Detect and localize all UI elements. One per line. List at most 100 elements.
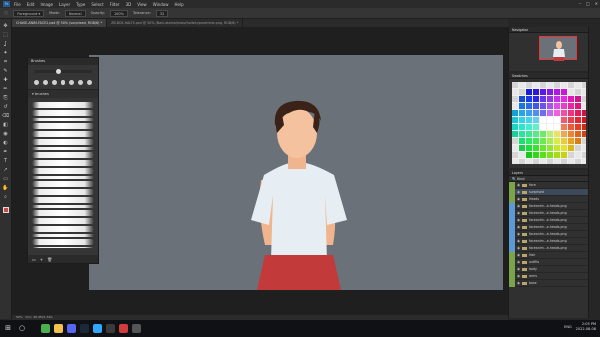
color-swatch[interactable] — [526, 131, 532, 137]
taskbar-explorer-icon[interactable] — [54, 324, 63, 333]
color-swatch[interactable] — [568, 82, 574, 88]
brush-stroke-preview[interactable] — [32, 168, 94, 174]
color-swatch[interactable] — [540, 89, 546, 95]
brush-stroke-preview[interactable] — [32, 181, 94, 187]
visibility-eye-icon[interactable]: ◉ — [515, 182, 522, 189]
color-swatch[interactable] — [575, 159, 581, 164]
visibility-eye-icon[interactable]: ◉ — [515, 189, 522, 196]
color-swatch[interactable] — [575, 131, 581, 137]
color-swatch[interactable] — [554, 138, 560, 144]
color-swatch[interactable] — [582, 152, 586, 158]
brush-stroke-preview[interactable] — [32, 123, 94, 129]
color-swatch[interactable] — [540, 117, 546, 123]
color-swatch[interactable] — [540, 159, 546, 164]
color-swatch[interactable] — [547, 89, 553, 95]
preset-dot[interactable] — [34, 80, 39, 85]
brush-stroke-preview[interactable] — [32, 247, 94, 248]
tolerance-input[interactable]: 32 — [155, 9, 169, 17]
path-tool-icon[interactable]: ↗ — [2, 167, 9, 173]
color-swatch[interactable] — [526, 124, 532, 130]
color-swatch[interactable] — [519, 124, 525, 130]
brush-stroke-preview[interactable] — [32, 118, 94, 121]
menu-file[interactable]: File — [14, 2, 21, 7]
close-icon[interactable]: ✕ — [595, 1, 598, 6]
magic-tool-icon[interactable]: ✦ — [2, 50, 9, 56]
taskbar-app2-icon[interactable] — [132, 324, 141, 333]
color-swatch[interactable] — [533, 138, 539, 144]
color-swatch[interactable] — [561, 110, 567, 116]
color-swatch[interactable] — [575, 152, 581, 158]
color-swatch[interactable] — [512, 89, 518, 95]
history-tool-icon[interactable]: ↺ — [2, 104, 9, 110]
color-swatch[interactable] — [512, 124, 518, 130]
color-swatch[interactable] — [568, 103, 574, 109]
color-swatch[interactable] — [526, 96, 532, 102]
color-swatch[interactable] — [561, 131, 567, 137]
color-swatch[interactable] — [582, 96, 586, 102]
color-swatch[interactable] — [533, 110, 539, 116]
color-swatch[interactable] — [547, 145, 553, 151]
preset-dot[interactable] — [51, 80, 57, 85]
eraser-tool-icon[interactable]: ⌫ — [2, 113, 9, 119]
brush-stroke-preview[interactable] — [32, 147, 94, 150]
tab-document-2[interactable]: ZB-BOX-HALTS.psd @ 50% (Navi-atomo/moto/… — [107, 19, 244, 27]
menu-view[interactable]: View — [137, 2, 147, 7]
color-swatch[interactable] — [533, 96, 539, 102]
color-swatch[interactable] — [554, 145, 560, 151]
brush-stroke-preview[interactable] — [32, 197, 94, 203]
tool-preset-icon[interactable]: ⬛ — [4, 11, 8, 15]
brush-stroke-preview[interactable] — [32, 131, 94, 137]
visibility-eye-icon[interactable]: ◉ — [515, 203, 522, 210]
maximize-icon[interactable]: □ — [586, 1, 590, 6]
color-swatch[interactable] — [554, 131, 560, 137]
color-swatch[interactable] — [512, 152, 518, 158]
color-swatch[interactable] — [519, 96, 525, 102]
mode-select[interactable]: Normal — [64, 9, 86, 17]
color-swatch[interactable] — [547, 138, 553, 144]
color-swatch[interactable] — [561, 152, 567, 158]
brush-stroke-preview[interactable] — [32, 234, 94, 237]
color-swatch[interactable] — [540, 82, 546, 88]
color-swatch[interactable] — [540, 145, 546, 151]
color-swatch[interactable] — [554, 103, 560, 109]
color-swatch[interactable] — [547, 152, 553, 158]
brush-stroke-preview[interactable] — [32, 239, 94, 245]
visibility-eye-icon[interactable]: ◉ — [515, 238, 522, 245]
visibility-eye-icon[interactable]: ◉ — [515, 217, 522, 224]
navigator-thumbnail[interactable] — [539, 36, 577, 61]
color-swatch[interactable] — [526, 117, 532, 123]
heal-tool-icon[interactable]: ✚ — [2, 77, 9, 83]
color-swatch[interactable] — [561, 82, 567, 88]
color-swatch[interactable] — [554, 89, 560, 95]
color-swatch[interactable] — [582, 124, 586, 130]
foreground-option[interactable]: Foreground ▾ — [13, 9, 45, 17]
color-swatch[interactable] — [519, 89, 525, 95]
color-swatch[interactable] — [575, 103, 581, 109]
move-tool-icon[interactable]: ✥ — [2, 23, 9, 29]
stamp-tool-icon[interactable]: ⎘ — [2, 95, 9, 101]
color-swatch[interactable] — [568, 131, 574, 137]
color-swatch[interactable] — [561, 138, 567, 144]
color-swatch[interactable] — [547, 124, 553, 130]
preset-dot[interactable] — [87, 80, 93, 85]
color-swatch[interactable] — [582, 103, 586, 109]
color-swatch[interactable] — [540, 131, 546, 137]
color-swatch[interactable] — [519, 110, 525, 116]
shape-tool-icon[interactable]: ▭ — [2, 176, 9, 182]
color-swatch[interactable] — [568, 124, 574, 130]
brush-size-slider[interactable] — [34, 69, 92, 74]
color-swatch[interactable] — [512, 110, 518, 116]
color-swatch[interactable] — [519, 131, 525, 137]
visibility-eye-icon[interactable]: ◉ — [515, 259, 522, 266]
minimize-icon[interactable]: – — [579, 1, 581, 6]
preset-dot[interactable] — [60, 80, 66, 85]
color-swatch[interactable] — [512, 138, 518, 144]
color-swatch[interactable] — [533, 82, 539, 88]
color-swatch[interactable] — [526, 82, 532, 88]
clock[interactable]: 2:05 PM 2022-08-08 — [576, 322, 596, 332]
color-swatch[interactable] — [575, 124, 581, 130]
layer-row[interactable]: ◉ base — [509, 279, 588, 287]
color-swatch[interactable] — [554, 159, 560, 164]
color-swatch[interactable] — [561, 103, 567, 109]
visibility-eye-icon[interactable]: ◉ — [515, 224, 522, 231]
